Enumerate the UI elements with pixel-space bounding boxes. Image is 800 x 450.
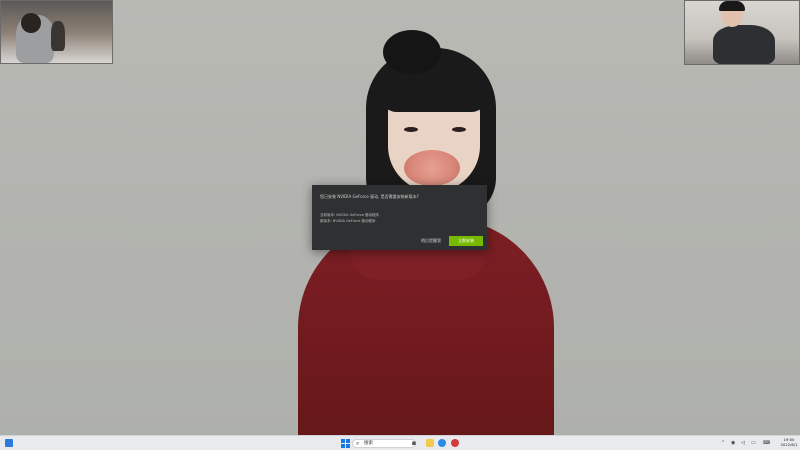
dialog-message: 您已安装 NVIDIA GeForce 驱动, 是否需要安装新版本? [320, 194, 419, 199]
video-thumbnail-right[interactable] [684, 0, 800, 65]
video-person-background [51, 21, 65, 51]
wallpaper-flower [404, 150, 460, 186]
widgets-icon[interactable] [5, 439, 13, 447]
desktop: 您已安装 NVIDIA GeForce 驱动, 是否需要安装新版本? 当前版本:… [0, 0, 800, 450]
search-icon: ⌕ [356, 440, 360, 447]
taskbar-search-box[interactable]: ⌕ 搜索 [352, 439, 416, 448]
dialog-new-version: 新版本: NVIDIA GeForce 驱动程序 [320, 219, 376, 223]
chevron-up-icon[interactable]: ⌃ [721, 436, 725, 450]
app-icon[interactable] [451, 439, 459, 447]
network-icon[interactable]: ◉ [731, 436, 735, 450]
task-view-icon[interactable]: ▪ [410, 439, 418, 447]
wallpaper-hair-bun [383, 30, 441, 74]
taskbar-clock[interactable]: 19:00 2022/6/1 [779, 437, 799, 447]
keyboard-icon[interactable]: ⌨ [763, 436, 770, 450]
video-person [713, 25, 775, 64]
install-now-button[interactable]: 立即安装 [449, 236, 483, 246]
remind-later-button[interactable]: 稍后提醒我 [416, 236, 446, 246]
video-person-hair [719, 1, 745, 11]
update-dialog: 您已安装 NVIDIA GeForce 驱动, 是否需要安装新版本? 当前版本:… [312, 185, 487, 250]
video-person-head [21, 13, 41, 33]
wallpaper-eye-right [452, 127, 466, 132]
clock-date: 2022/6/1 [780, 442, 798, 447]
video-thumbnail-left[interactable] [0, 0, 113, 64]
search-placeholder: 搜索 [364, 441, 373, 446]
dialog-current-version: 当前版本: NVIDIA GeForce 驱动程序 [320, 213, 380, 217]
wallpaper-eye-left [404, 127, 418, 132]
speaker-icon[interactable]: ◁ [741, 436, 745, 450]
file-explorer-icon[interactable] [426, 439, 434, 447]
windows-start-icon[interactable] [341, 439, 350, 448]
taskbar: ⌕ 搜索 ▪ ⌃ ◉ ◁ ▭ ⌨ 19:00 2022/6/1 [0, 435, 800, 450]
edge-browser-icon[interactable] [438, 439, 446, 447]
battery-icon[interactable]: ▭ [751, 436, 756, 450]
